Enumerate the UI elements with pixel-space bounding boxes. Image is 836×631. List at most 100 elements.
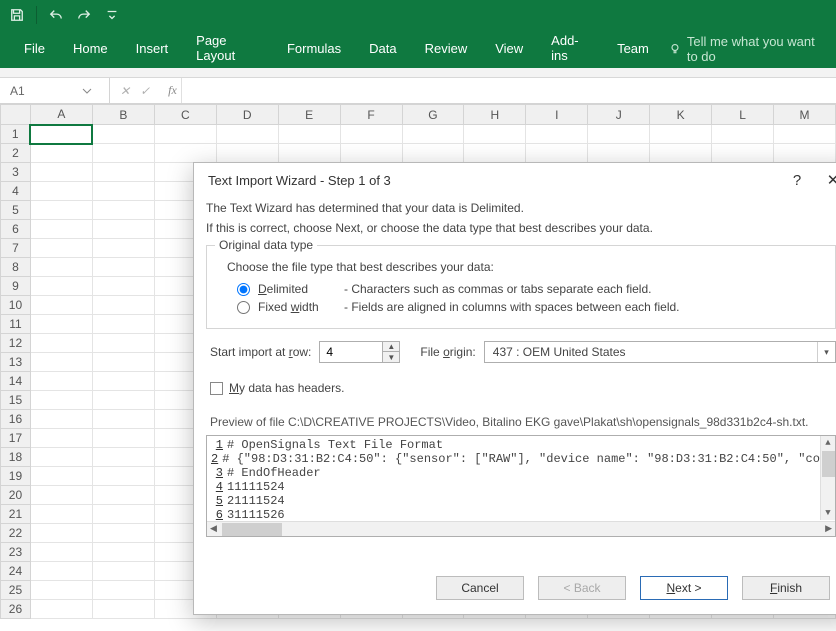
col-header-F[interactable]: F	[340, 105, 402, 125]
cell-A16[interactable]	[30, 410, 92, 429]
col-header-H[interactable]: H	[464, 105, 526, 125]
cell-B16[interactable]	[92, 410, 154, 429]
save-button[interactable]	[6, 4, 28, 26]
cell-A13[interactable]	[30, 353, 92, 372]
cell-B4[interactable]	[92, 182, 154, 201]
cell-B13[interactable]	[92, 353, 154, 372]
cell-B7[interactable]	[92, 239, 154, 258]
row-header-18[interactable]: 18	[1, 448, 31, 467]
row-header-26[interactable]: 26	[1, 600, 31, 619]
redo-button[interactable]	[73, 4, 95, 26]
tab-addins[interactable]: Add-ins	[537, 23, 603, 75]
col-header-J[interactable]: J	[588, 105, 650, 125]
name-box-dropdown[interactable]	[78, 82, 96, 100]
cell-A21[interactable]	[30, 505, 92, 524]
next-button[interactable]: Next >	[640, 576, 728, 600]
enter-formula-icon[interactable]: ✓	[140, 84, 150, 98]
cell-B14[interactable]	[92, 372, 154, 391]
cell-B1[interactable]	[92, 125, 154, 144]
tab-home[interactable]: Home	[59, 31, 122, 68]
preview-vscrollbar[interactable]: ▲ ▼	[820, 436, 835, 520]
col-header-I[interactable]: I	[526, 105, 588, 125]
row-header-3[interactable]: 3	[1, 163, 31, 182]
radio-fixed-input[interactable]	[237, 301, 250, 314]
customize-qat-button[interactable]	[101, 4, 123, 26]
cell-D2[interactable]	[216, 144, 278, 163]
row-header-20[interactable]: 20	[1, 486, 31, 505]
cell-K1[interactable]	[650, 125, 712, 144]
radio-delimited[interactable]: Delimited - Characters such as commas or…	[237, 282, 823, 296]
row-header-14[interactable]: 14	[1, 372, 31, 391]
col-header-C[interactable]: C	[154, 105, 216, 125]
cell-A26[interactable]	[30, 600, 92, 619]
cell-D1[interactable]	[216, 125, 278, 144]
col-header-M[interactable]: M	[774, 105, 836, 125]
tab-insert[interactable]: Insert	[122, 31, 183, 68]
cell-A8[interactable]	[30, 258, 92, 277]
row-header-21[interactable]: 21	[1, 505, 31, 524]
cell-A2[interactable]	[30, 144, 92, 163]
row-header-22[interactable]: 22	[1, 524, 31, 543]
cell-K2[interactable]	[650, 144, 712, 163]
cell-E1[interactable]	[278, 125, 340, 144]
cell-B2[interactable]	[92, 144, 154, 163]
cell-L2[interactable]	[712, 144, 774, 163]
cell-A18[interactable]	[30, 448, 92, 467]
cell-A11[interactable]	[30, 315, 92, 334]
headers-checkbox[interactable]	[210, 382, 223, 395]
cell-A12[interactable]	[30, 334, 92, 353]
col-header-L[interactable]: L	[712, 105, 774, 125]
cell-B10[interactable]	[92, 296, 154, 315]
help-button[interactable]: ?	[788, 171, 806, 189]
tell-me-search[interactable]: Tell me what you want to do	[663, 24, 830, 74]
col-header-E[interactable]: E	[278, 105, 340, 125]
tab-page-layout[interactable]: Page Layout	[182, 23, 273, 75]
scroll-thumb[interactable]	[822, 451, 835, 477]
row-header-5[interactable]: 5	[1, 201, 31, 220]
cell-B17[interactable]	[92, 429, 154, 448]
cell-B19[interactable]	[92, 467, 154, 486]
row-header-11[interactable]: 11	[1, 315, 31, 334]
row-header-13[interactable]: 13	[1, 353, 31, 372]
cell-B20[interactable]	[92, 486, 154, 505]
cell-A23[interactable]	[30, 543, 92, 562]
col-header-G[interactable]: G	[402, 105, 464, 125]
cell-A25[interactable]	[30, 581, 92, 600]
cell-A14[interactable]	[30, 372, 92, 391]
tab-review[interactable]: Review	[411, 31, 482, 68]
row-header-2[interactable]: 2	[1, 144, 31, 163]
row-header-4[interactable]: 4	[1, 182, 31, 201]
cell-I2[interactable]	[526, 144, 588, 163]
formula-input[interactable]	[181, 78, 836, 103]
tab-file[interactable]: File	[10, 31, 59, 68]
cell-M1[interactable]	[774, 125, 836, 144]
row-header-17[interactable]: 17	[1, 429, 31, 448]
cell-A7[interactable]	[30, 239, 92, 258]
cell-B12[interactable]	[92, 334, 154, 353]
close-button[interactable]: ✕	[824, 171, 836, 189]
cell-A1[interactable]	[30, 125, 92, 144]
start-row-spinner[interactable]: ▲ ▼	[319, 341, 400, 363]
cell-A15[interactable]	[30, 391, 92, 410]
row-header-23[interactable]: 23	[1, 543, 31, 562]
cell-A10[interactable]	[30, 296, 92, 315]
tab-team[interactable]: Team	[603, 31, 663, 68]
tab-view[interactable]: View	[481, 31, 537, 68]
cell-B3[interactable]	[92, 163, 154, 182]
cell-G2[interactable]	[402, 144, 464, 163]
row-header-10[interactable]: 10	[1, 296, 31, 315]
cell-B26[interactable]	[92, 600, 154, 619]
row-header-16[interactable]: 16	[1, 410, 31, 429]
headers-checkbox-row[interactable]: My data has headers.	[210, 381, 836, 395]
col-header-B[interactable]: B	[92, 105, 154, 125]
cell-G1[interactable]	[402, 125, 464, 144]
cell-B18[interactable]	[92, 448, 154, 467]
cell-C2[interactable]	[154, 144, 216, 163]
cell-A6[interactable]	[30, 220, 92, 239]
cell-B11[interactable]	[92, 315, 154, 334]
cell-A24[interactable]	[30, 562, 92, 581]
undo-button[interactable]	[45, 4, 67, 26]
row-header-12[interactable]: 12	[1, 334, 31, 353]
cell-F1[interactable]	[340, 125, 402, 144]
cell-A20[interactable]	[30, 486, 92, 505]
